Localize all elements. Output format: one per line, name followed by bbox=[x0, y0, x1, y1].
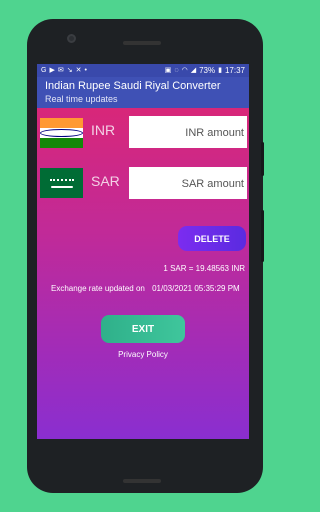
volume-button bbox=[261, 210, 264, 262]
battery-level: 73% bbox=[199, 66, 216, 75]
battery-icon: ▮ bbox=[218, 67, 222, 74]
youtube-icon: ▶ bbox=[49, 67, 55, 74]
app-bar: Indian Rupee Saudi Riyal Converter Real … bbox=[37, 77, 249, 108]
sar-code-label: SAR bbox=[91, 173, 120, 189]
rate-updated-value: 01/03/2021 05:35:29 PM bbox=[152, 284, 240, 293]
more-icon: • bbox=[84, 67, 87, 74]
sar-amount-input[interactable] bbox=[129, 167, 247, 199]
wifi-icon: ◠ bbox=[181, 67, 188, 74]
signal-icon: ◢ bbox=[190, 67, 197, 74]
delete-button[interactable]: DELETE bbox=[178, 226, 246, 251]
app-subtitle: Real time updates bbox=[45, 94, 118, 104]
power-button bbox=[261, 142, 264, 176]
rate-updated-line: Exchange rate updated on 01/03/2021 05:3… bbox=[51, 284, 240, 293]
earpiece-speaker bbox=[123, 41, 161, 45]
front-camera bbox=[67, 34, 76, 43]
inr-amount-input[interactable] bbox=[129, 116, 247, 148]
mute-icon: ◌ bbox=[174, 67, 179, 74]
privacy-policy-link[interactable]: Privacy Policy bbox=[37, 350, 249, 359]
google-icon: G bbox=[41, 67, 47, 74]
exchange-rate-text: 1 SAR = 19.48563 INR bbox=[163, 264, 245, 273]
clock: 17:37 bbox=[224, 66, 245, 75]
missed-call-icon: ↘ bbox=[66, 67, 73, 74]
phone-frame: G ▶ ✉ ↘ ✕ • ▣ ◌ ◠ ◢ 73% ▮ 17:37 Indian R… bbox=[27, 19, 263, 493]
exit-button[interactable]: EXIT bbox=[101, 315, 185, 343]
app-screen: G ▶ ✉ ↘ ✕ • ▣ ◌ ◠ ◢ 73% ▮ 17:37 Indian R… bbox=[37, 64, 249, 439]
photo-icon: ▣ bbox=[164, 67, 172, 74]
rate-updated-label: Exchange rate updated on bbox=[51, 284, 145, 293]
bottom-speaker bbox=[123, 479, 161, 483]
status-bar: G ▶ ✉ ↘ ✕ • ▣ ◌ ◠ ◢ 73% ▮ 17:37 bbox=[37, 64, 249, 77]
inr-code-label: INR bbox=[91, 122, 116, 138]
inr-row: INR bbox=[37, 116, 249, 148]
app-title: Indian Rupee Saudi Riyal Converter bbox=[45, 80, 221, 92]
sar-row: SAR bbox=[37, 167, 249, 199]
mail-icon: ✉ bbox=[57, 67, 64, 74]
muted-icon: ✕ bbox=[75, 67, 82, 74]
saudi-flag-icon bbox=[40, 168, 83, 198]
india-flag-icon bbox=[40, 118, 83, 148]
